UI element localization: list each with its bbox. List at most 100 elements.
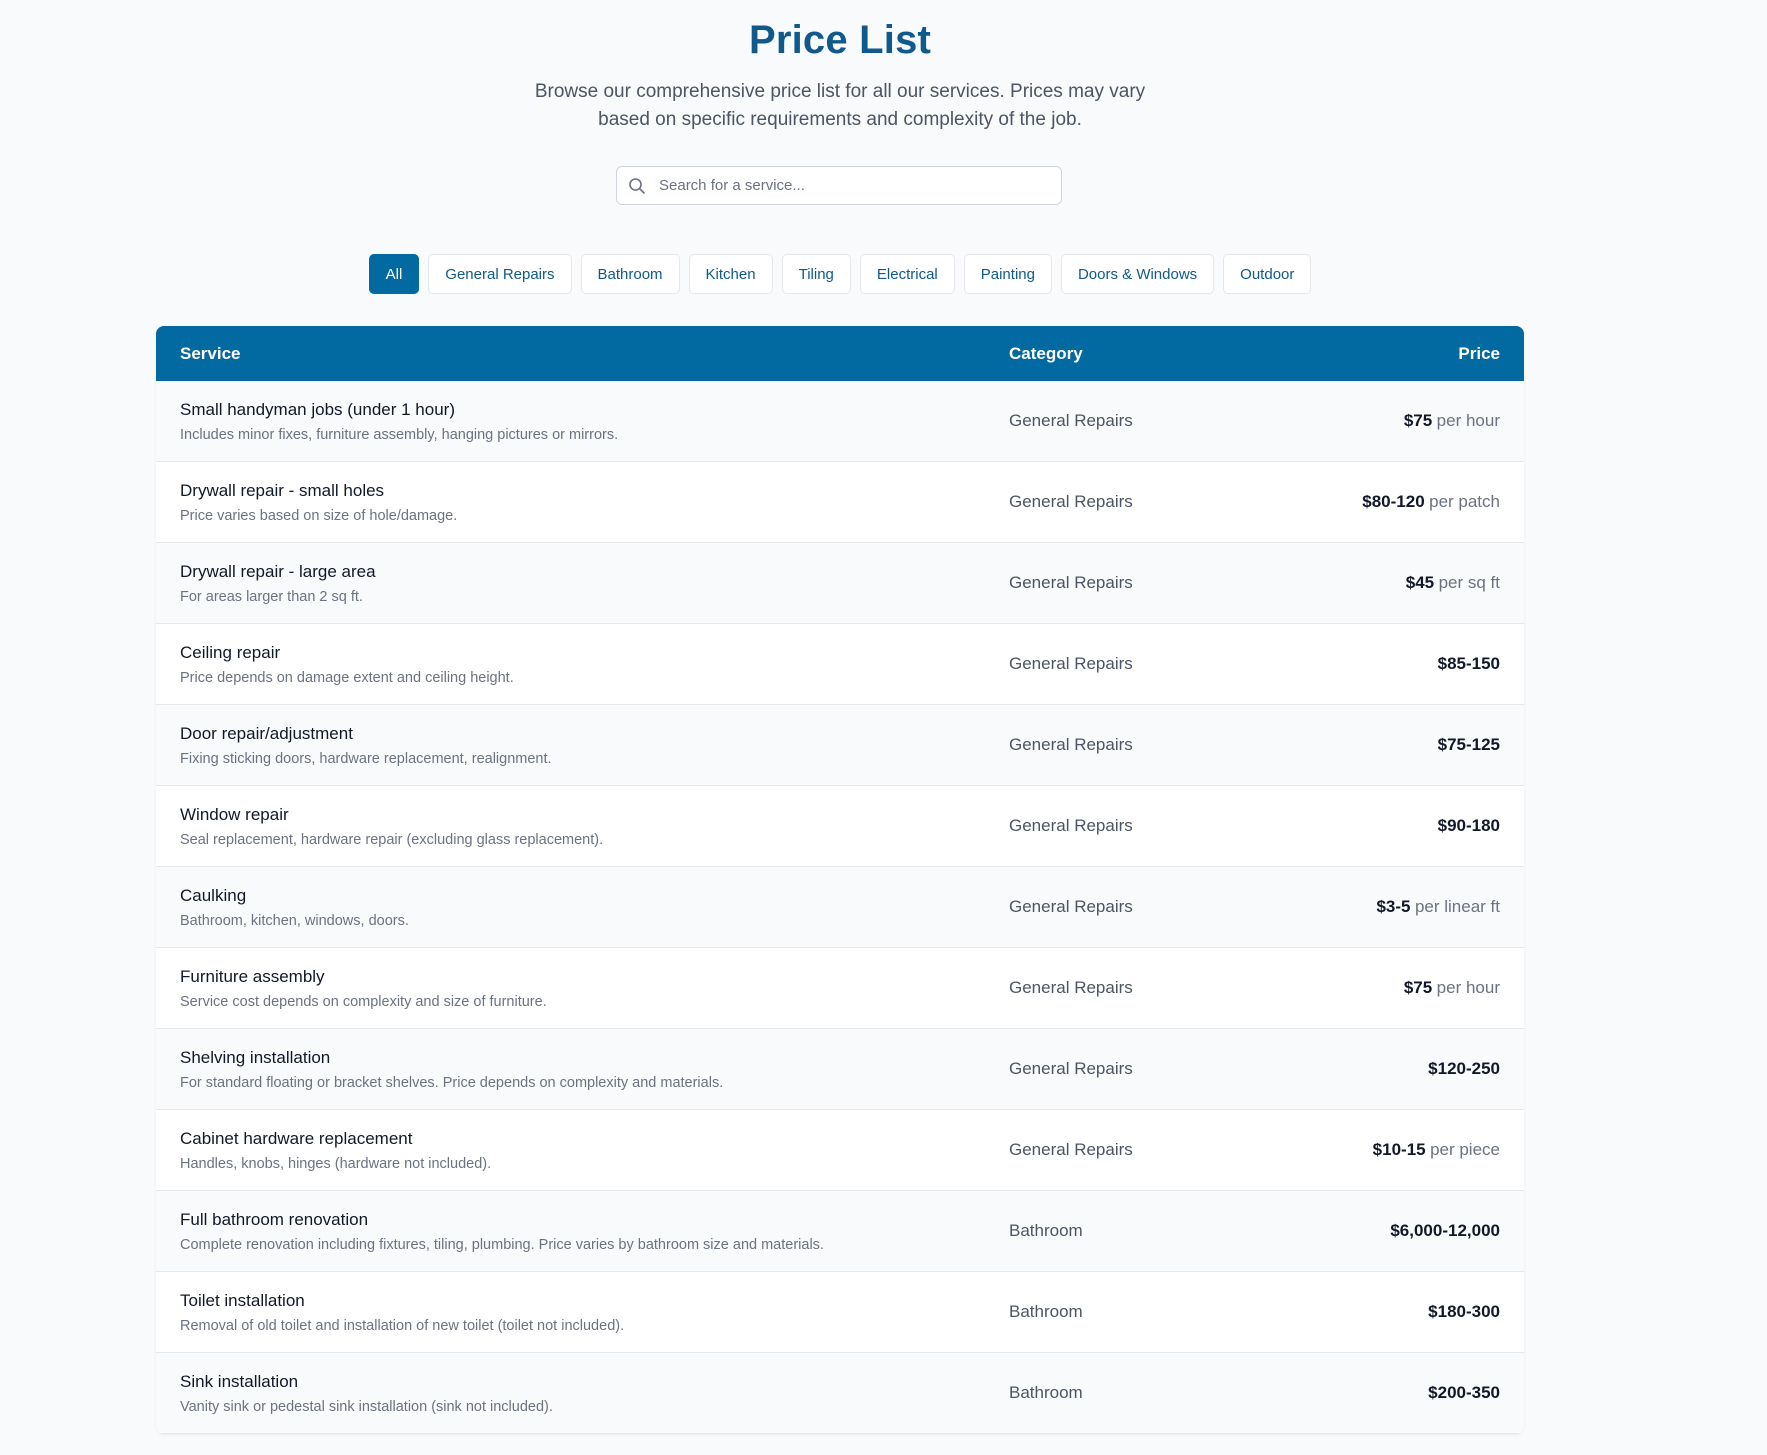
service-description: Complete renovation including fixtures, … [180, 1236, 824, 1253]
page-title: Price List [748, 18, 932, 62]
price-value: $120-250 [1428, 1059, 1500, 1078]
table-body: Small handyman jobs (under 1 hour) Includ… [156, 381, 1524, 1434]
category-cell: General Repairs [1009, 654, 1133, 673]
service-cell: Caulking Bathroom, kitchen, windows, door… [156, 885, 1009, 930]
table-row: Shelving installation For standard floati… [156, 1029, 1524, 1110]
category-cell: Bathroom [1009, 1221, 1083, 1240]
page-subtitle: Browse our comprehensive price list for … [534, 81, 1146, 130]
price-cell: $10-15 per piece [1259, 1140, 1524, 1160]
price-unit: per hour [1436, 411, 1500, 430]
price-cell: $3-5 per linear ft [1259, 897, 1524, 917]
service-description: Price varies based on size of hole/damag… [180, 507, 458, 524]
category-cell: General Repairs [1009, 735, 1133, 754]
table-row: Furniture assembly Service cost depends o… [156, 948, 1524, 1029]
service-cell: Sink installation Vanity sink or pedestal… [156, 1371, 1009, 1416]
table-row: Drywall repair - small holes Price varies… [156, 462, 1524, 543]
category-cell: General Repairs [1009, 492, 1133, 511]
table-row: Drywall repair - large area For areas lar… [156, 543, 1524, 624]
price-value: $200-350 [1428, 1383, 1500, 1402]
filter-bathroom[interactable]: Bathroom [580, 254, 680, 294]
price-cell: $75-125 [1259, 735, 1524, 755]
price-value: $10-15 [1372, 1140, 1426, 1159]
service-name: Sink installation [180, 1371, 299, 1391]
price-unit: per linear ft [1414, 897, 1500, 916]
search-input[interactable] [657, 167, 1061, 204]
price-cell: $45 per sq ft [1259, 573, 1524, 593]
service-name: Furniture assembly [180, 966, 325, 986]
service-name: Window repair [180, 804, 289, 824]
category-cell: General Repairs [1009, 897, 1133, 916]
price-unit: per patch [1429, 492, 1500, 511]
service-description: Vanity sink or pedestal sink installatio… [180, 1398, 553, 1415]
filter-electrical[interactable]: Electrical [859, 254, 955, 294]
service-description: Handles, knobs, hinges (hardware not inc… [180, 1155, 492, 1172]
service-cell: Drywall repair - large area For areas lar… [156, 561, 1009, 606]
filter-outdoor[interactable]: Outdoor [1223, 254, 1312, 294]
price-value: $80-120 [1362, 492, 1425, 511]
price-table: Service Category Price Small handyman jo… [156, 326, 1524, 1434]
search-box[interactable] [616, 166, 1062, 205]
service-name: Full bathroom renovation [180, 1209, 369, 1229]
category-cell: Bathroom [1009, 1383, 1083, 1402]
table-row: Small handyman jobs (under 1 hour) Includ… [156, 381, 1524, 462]
service-name: Small handyman jobs (under 1 hour) [180, 399, 455, 419]
filter-tiling[interactable]: Tiling [781, 254, 851, 294]
service-cell: Window repair Seal replacement, hardware … [156, 804, 1009, 849]
service-name: Caulking [180, 885, 247, 905]
filter-kitchen[interactable]: Kitchen [688, 254, 773, 294]
price-value: $75 [1403, 411, 1433, 430]
price-value: $75 [1403, 978, 1433, 997]
service-description: Includes minor fixes, furniture assembly… [180, 426, 619, 443]
table-row: Ceiling repair Price depends on damage ex… [156, 624, 1524, 705]
table-row: Cabinet hardware replacement Handles, kno… [156, 1110, 1524, 1191]
service-description: Price depends on damage extent and ceili… [180, 669, 514, 686]
price-cell: $180-300 [1259, 1302, 1524, 1322]
category-filter-bar: All General Repairs Bathroom Kitchen Tiling E… [0, 254, 1680, 294]
price-unit: per sq ft [1438, 573, 1500, 592]
service-description: For areas larger than 2 sq ft. [180, 588, 363, 605]
category-cell: General Repairs [1009, 1140, 1133, 1159]
service-name: Door repair/adjustment [180, 723, 353, 743]
price-cell: $75 per hour [1259, 411, 1524, 431]
service-name: Toilet installation [180, 1290, 305, 1310]
service-description: Removal of old toilet and installation o… [180, 1317, 625, 1334]
filter-doors-and-windows[interactable]: Doors & Windows [1060, 254, 1215, 294]
category-cell: General Repairs [1009, 1059, 1133, 1078]
filter-painting[interactable]: Painting [963, 254, 1052, 294]
price-unit: per piece [1430, 1140, 1500, 1159]
price-value: $85-150 [1437, 654, 1500, 673]
price-value: $45 [1405, 573, 1435, 592]
filter-all[interactable]: All [368, 254, 420, 294]
table-row: Full bathroom renovation Complete renovat… [156, 1191, 1524, 1272]
price-cell: $6,000-12,000 [1259, 1221, 1524, 1241]
table-row: Sink installation Vanity sink or pedestal… [156, 1353, 1524, 1434]
price-cell: $85-150 [1259, 654, 1524, 674]
service-cell: Full bathroom renovation Complete renovat… [156, 1209, 1009, 1254]
service-name: Drywall repair - small holes [180, 480, 385, 500]
price-value: $90-180 [1437, 816, 1500, 835]
filter-general-repairs[interactable]: General Repairs [428, 254, 572, 294]
price-value: $3-5 [1376, 897, 1411, 916]
price-value: $180-300 [1428, 1302, 1500, 1321]
column-header-price: Price [1458, 343, 1500, 363]
price-cell: $90-180 [1259, 816, 1524, 836]
category-cell: General Repairs [1009, 978, 1133, 997]
service-cell: Door repair/adjustment Fixing sticking do… [156, 723, 1009, 768]
service-cell: Shelving installation For standard floati… [156, 1047, 1009, 1092]
price-list-page: Price List Browse our comprehensive pric… [0, 0, 1767, 1455]
service-cell: Toilet installation Removal of old toilet… [156, 1290, 1009, 1335]
price-unit: per hour [1436, 978, 1500, 997]
service-description: For standard floating or bracket shelves… [180, 1074, 724, 1091]
service-name: Ceiling repair [180, 642, 281, 662]
category-cell: Bathroom [1009, 1302, 1083, 1321]
price-value: $6,000-12,000 [1390, 1221, 1500, 1240]
column-header-category: Category [1009, 343, 1083, 363]
table-header: Service Category Price [156, 326, 1524, 381]
service-description: Fixing sticking doors, hardware replacem… [180, 750, 552, 767]
service-cell: Small handyman jobs (under 1 hour) Includ… [156, 399, 1009, 444]
service-cell: Cabinet hardware replacement Handles, kno… [156, 1128, 1009, 1173]
service-cell: Drywall repair - small holes Price varies… [156, 480, 1009, 525]
table-row: Window repair Seal replacement, hardware … [156, 786, 1524, 867]
table-row: Toilet installation Removal of old toilet… [156, 1272, 1524, 1353]
service-name: Drywall repair - large area [180, 561, 376, 581]
